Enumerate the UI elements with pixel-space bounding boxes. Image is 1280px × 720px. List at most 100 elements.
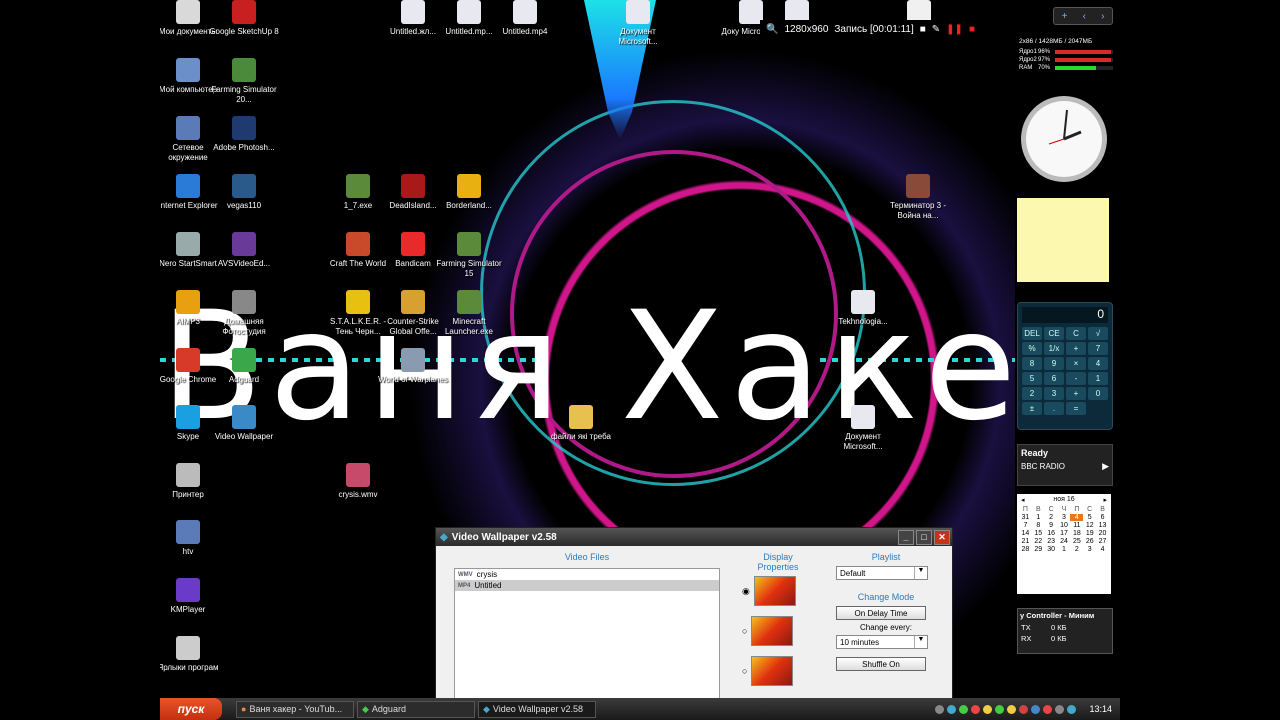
desktop-icon[interactable]: Farming Simulator 20... — [209, 58, 279, 105]
tray-icon[interactable] — [983, 704, 993, 714]
calculator-key[interactable]: × — [1066, 357, 1086, 370]
desktop-icon[interactable]: Adguard — [209, 348, 279, 385]
prev-month-icon[interactable]: ◂ — [1021, 496, 1025, 504]
change-every-select[interactable]: 10 minutes ▼ — [836, 635, 928, 649]
calendar-day[interactable]: 4 — [1070, 514, 1084, 521]
shuffle-button[interactable]: Shuffle On — [836, 657, 926, 671]
next-month-icon[interactable]: ▸ — [1103, 496, 1107, 504]
calendar-day[interactable]: 2 — [1045, 514, 1058, 521]
play-icon[interactable]: ▶ — [1102, 461, 1109, 472]
calculator-key[interactable]: 1 — [1088, 372, 1108, 385]
calendar-day[interactable]: 16 — [1045, 530, 1058, 537]
calculator-key[interactable]: 9 — [1044, 357, 1064, 370]
desktop-icon[interactable]: Документ Microsoft... — [828, 405, 898, 452]
calculator-key[interactable]: ± — [1022, 402, 1042, 415]
desktop[interactable]: Ваня Хакер Мои документы Google SketchUp … — [160, 0, 1120, 698]
calendar-day[interactable]: 2 — [1070, 546, 1083, 553]
calendar-day[interactable]: 30 — [1045, 546, 1058, 553]
tray-icon[interactable] — [1067, 704, 1077, 714]
display-radio-3[interactable]: ○ — [742, 666, 747, 676]
calculator-key[interactable]: √ — [1088, 327, 1108, 340]
on-delay-button[interactable]: On Delay Time — [836, 606, 926, 620]
desktop-icon[interactable]: vegas110 — [209, 174, 279, 211]
tray-icon[interactable] — [995, 704, 1005, 714]
calendar-day[interactable]: 31 — [1019, 514, 1032, 521]
calculator-key[interactable]: = — [1066, 402, 1086, 415]
calculator-key[interactable]: DEL — [1022, 327, 1042, 340]
desktop-icon[interactable]: Farming Simulator 15 — [434, 232, 504, 279]
desktop-icon[interactable]: Документ Microsoft... — [603, 0, 673, 47]
calendar-day[interactable]: 12 — [1083, 522, 1096, 529]
desktop-icon[interactable]: Домашняя Фотостудия — [209, 290, 279, 337]
stop-icon[interactable]: ■ — [969, 24, 975, 35]
calculator-key[interactable]: - — [1066, 372, 1086, 385]
desktop-icon[interactable]: Терминатор 3 - Война на... — [883, 174, 953, 221]
desktop-icon[interactable]: Ярлыки програм — [160, 636, 223, 673]
calculator-key[interactable]: 0 — [1088, 387, 1108, 400]
desktop-icon[interactable]: Untitled.mp4 — [490, 0, 560, 37]
calculator-key[interactable]: 4 — [1088, 357, 1108, 370]
display-radio-2[interactable]: ○ — [742, 626, 747, 636]
calendar-day[interactable]: 24 — [1058, 538, 1071, 545]
calculator-key[interactable]: 3 — [1044, 387, 1064, 400]
camera-icon[interactable]: ■ — [920, 24, 926, 35]
tray-icon[interactable] — [1007, 704, 1017, 714]
desktop-icon[interactable]: AVSVideoEd... — [209, 232, 279, 269]
calendar-day[interactable]: 25 — [1070, 538, 1083, 545]
desktop-icon[interactable]: htv — [160, 520, 223, 557]
calculator-key[interactable]: 6 — [1044, 372, 1064, 385]
calculator-key[interactable]: 5 — [1022, 372, 1042, 385]
calendar-day[interactable]: 22 — [1032, 538, 1045, 545]
calendar-day[interactable]: 27 — [1096, 538, 1109, 545]
tray-icon[interactable] — [1043, 704, 1053, 714]
pencil-icon[interactable]: ✎ — [932, 24, 940, 35]
clock-time[interactable]: 13:14 — [1089, 704, 1112, 714]
desktop-icon[interactable]: Borderland... — [434, 174, 504, 211]
file-row-selected[interactable]: MP4 Untitled — [455, 580, 719, 591]
desktop-icon[interactable]: Adobe Photosh... — [209, 116, 279, 153]
calendar-day[interactable]: 4 — [1096, 546, 1109, 553]
desktop-icon[interactable]: Video Wallpaper — [209, 405, 279, 442]
calculator-key[interactable]: 2 — [1022, 387, 1042, 400]
calendar-day[interactable]: 7 — [1019, 522, 1032, 529]
calendar-day[interactable]: 29 — [1032, 546, 1045, 553]
calendar-day[interactable]: 19 — [1083, 530, 1096, 537]
calculator-key[interactable]: CE — [1044, 327, 1064, 340]
calendar-day[interactable]: 10 — [1058, 522, 1071, 529]
calculator-key[interactable]: 7 — [1088, 342, 1108, 355]
desktop-icon[interactable]: KMPlayer — [160, 578, 223, 615]
calculator-key[interactable]: . — [1044, 402, 1064, 415]
task-youtube[interactable]: ● Ваня хакер - YouTub... — [236, 700, 354, 718]
task-video-wallpaper[interactable]: ◆ Video Wallpaper v2.58 — [478, 700, 596, 718]
calendar-day[interactable]: 20 — [1096, 530, 1109, 537]
task-adguard[interactable]: ◆ Adguard — [357, 700, 475, 718]
calendar-day[interactable]: 15 — [1032, 530, 1045, 537]
display-thumb-2[interactable] — [751, 616, 794, 646]
tray-icon[interactable] — [1055, 704, 1065, 714]
file-list[interactable]: WMV crysis MP4 Untitled — [454, 568, 720, 698]
calculator-key[interactable]: + — [1066, 387, 1086, 400]
next-icon[interactable]: › — [1101, 11, 1104, 22]
tray-icon[interactable] — [1019, 704, 1029, 714]
sticky-note[interactable] — [1017, 198, 1109, 282]
calendar-day[interactable]: 23 — [1045, 538, 1058, 545]
calendar-day[interactable]: 28 — [1019, 546, 1032, 553]
tray-icon[interactable] — [1031, 704, 1041, 714]
prev-icon[interactable]: ‹ — [1083, 11, 1086, 22]
calendar-day[interactable]: 1 — [1032, 514, 1045, 521]
calendar-day[interactable]: 17 — [1058, 530, 1071, 537]
display-thumb-1[interactable] — [753, 576, 796, 606]
pause-icon[interactable]: ❚❚ — [946, 24, 963, 35]
calendar-day[interactable]: 13 — [1096, 522, 1109, 529]
calculator-key[interactable]: 8 — [1022, 357, 1042, 370]
start-button[interactable]: пуск — [160, 698, 222, 720]
desktop-icon[interactable]: crysis.wmv — [323, 463, 393, 500]
calendar-day[interactable]: 21 — [1019, 538, 1032, 545]
tray-icon[interactable] — [935, 704, 945, 714]
display-thumb-3[interactable] — [751, 656, 794, 686]
calculator-key[interactable]: 1/x — [1044, 342, 1064, 355]
desktop-icon[interactable]: Принтер — [160, 463, 223, 500]
display-radio-1[interactable]: ◉ — [742, 586, 750, 597]
desktop-icon[interactable]: Tekhnologia... — [828, 290, 898, 327]
calendar-day[interactable]: 5 — [1083, 514, 1096, 521]
